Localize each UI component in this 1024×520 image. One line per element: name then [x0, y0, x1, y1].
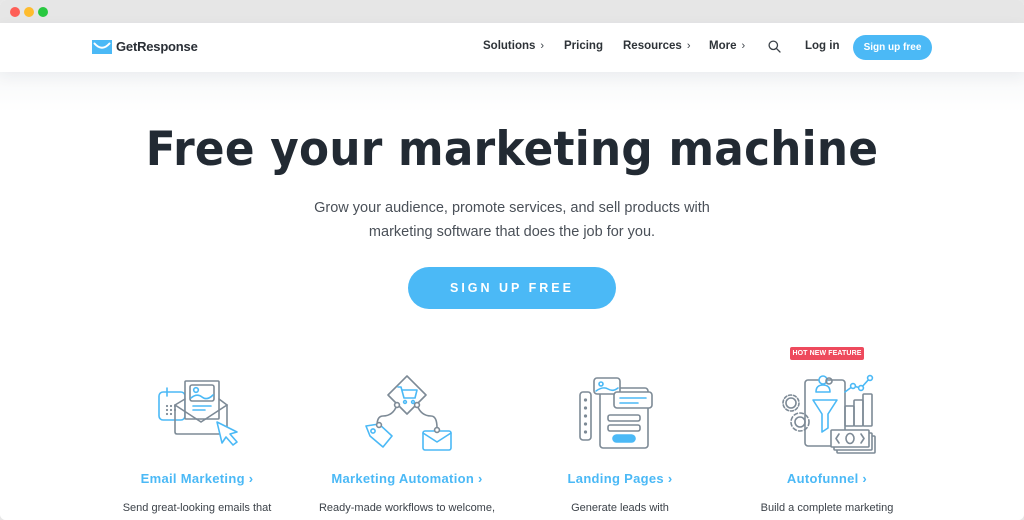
nav-item-label: Resources	[623, 40, 682, 52]
maximize-window-button[interactable]	[38, 7, 48, 17]
feature-description: Send great-looking emails that	[122, 502, 272, 514]
hot-new-feature-badge: HOT NEW FEATURE	[790, 347, 864, 360]
minimize-window-button[interactable]	[24, 7, 34, 17]
envelope-logo-icon	[92, 39, 112, 54]
nav-item-label: Solutions	[483, 40, 536, 52]
feature-description: Ready-made workflows to welcome,	[318, 502, 496, 514]
feature-title-link[interactable]: Marketing Automation ›	[307, 471, 507, 486]
hero-subtitle: Grow your audience, promote services, an…	[0, 196, 1024, 244]
hero-subtitle-line: Grow your audience, promote services, an…	[314, 200, 710, 216]
landing-pages-icon	[579, 377, 653, 449]
signup-free-cta-button[interactable]: SIGN UP FREE	[408, 267, 616, 309]
nav-item-more[interactable]: More ›	[709, 40, 745, 52]
autofunnel-icon	[782, 374, 876, 454]
logo-text: GetResponse	[116, 39, 198, 54]
nav-item-label: More	[709, 40, 737, 52]
chevron-right-icon: ›	[540, 40, 545, 52]
nav-item-solutions[interactable]: Solutions ›	[483, 40, 544, 52]
chevron-right-icon: ›	[741, 40, 746, 52]
close-window-button[interactable]	[10, 7, 20, 17]
feature-title-link[interactable]: Landing Pages ›	[520, 471, 720, 486]
feature-title-link[interactable]: Autofunnel ›	[727, 471, 927, 486]
nav-item-label: Pricing	[564, 40, 603, 52]
marketing-automation-icon	[365, 375, 452, 451]
feature-description: Build a complete marketing	[760, 502, 894, 514]
header-signup-button[interactable]: Sign up free	[853, 35, 932, 60]
site-header: GetResponse Solutions › Pricing Resources…	[0, 23, 1024, 72]
nav-item-pricing[interactable]: Pricing	[564, 40, 603, 52]
window-titlebar	[0, 0, 1024, 23]
search-icon[interactable]	[768, 40, 781, 53]
email-marketing-icon	[158, 380, 238, 446]
feature-title-link[interactable]: Email Marketing ›	[97, 471, 297, 486]
hero-title: Free your marketing machine	[145, 122, 879, 177]
browser-window: GetResponse Solutions › Pricing Resources…	[0, 0, 1024, 520]
hero-subtitle-line: marketing software that does the job for…	[368, 224, 656, 240]
login-link[interactable]: Log in	[805, 40, 840, 52]
chevron-right-icon: ›	[686, 40, 691, 52]
feature-description: Generate leads with	[571, 502, 669, 514]
nav-item-resources[interactable]: Resources ›	[623, 40, 690, 52]
logo-link[interactable]: GetResponse	[92, 39, 198, 54]
